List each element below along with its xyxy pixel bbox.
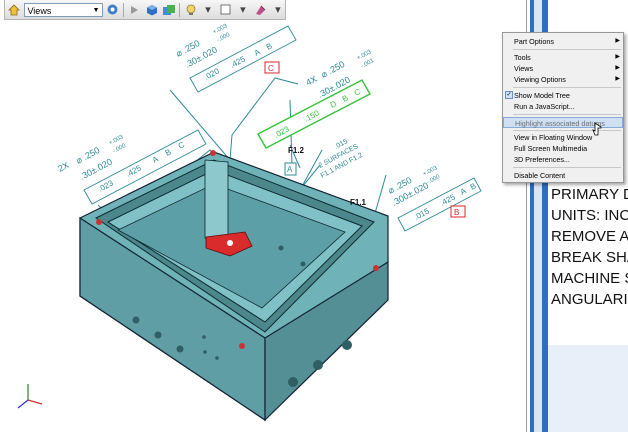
context-menu: Part Options ▶ Tools ▶ Views ▶ Viewing Opti… [502, 32, 624, 183]
menu-item-label: Disable Content [514, 171, 566, 180]
menu-item-views[interactable]: Views ▶ [503, 63, 623, 74]
top-fcf-datum-a: A [253, 47, 263, 58]
menu-item-show-model-tree[interactable]: ✓ Show Model Tree [503, 90, 623, 101]
menu-item-label: 3D Preferences... [514, 155, 570, 164]
doc-line: MACHINE S [551, 270, 628, 287]
datum-c-label: C [268, 64, 274, 73]
menu-item-floating-window[interactable]: View in Floating Window [503, 132, 623, 143]
axis-triad-icon [17, 384, 43, 409]
menu-item-3d-preferences[interactable]: 3D Preferences... [503, 154, 623, 165]
left-fcf-value2: .425 [125, 163, 143, 179]
menu-separator [513, 87, 621, 88]
menu-item-label: Show Model Tree [514, 91, 570, 100]
checkbox-checked-icon: ✓ [505, 91, 513, 99]
menu-item-tools[interactable]: Tools ▶ [503, 52, 623, 63]
datum-c-box: C [264, 61, 280, 74]
mid-qty: 4X [304, 74, 318, 88]
left-fcf-value: .023 [97, 178, 115, 194]
f12-label: F1.2 [288, 146, 305, 155]
f11-label: F1.1 [350, 198, 367, 207]
datum-b-box: B [450, 205, 466, 218]
menu-separator [513, 49, 621, 50]
document-notes: PRIMARY D UNITS: INCI REMOVE AL BREAK SH… [551, 184, 628, 310]
doc-line: BREAK SHA [551, 249, 628, 266]
submenu-arrow-icon: ▶ [615, 38, 620, 44]
menu-item-label: Tools [514, 53, 531, 62]
menu-item-full-screen[interactable]: Full Screen Multimedia [503, 143, 623, 154]
submenu-arrow-icon: ▶ [615, 65, 620, 71]
model-canvas[interactable]: ⌀ .250 +.003 -.000 .30±.020 2X ⌀ .250 +.… [0, 0, 526, 432]
left-fcf-datum-c: C [177, 140, 187, 151]
right-fcf-datum-a: A [459, 186, 469, 197]
menu-item-run-javascript[interactable]: Run a JavaScript... [503, 101, 623, 112]
datum-a-box: A [284, 162, 297, 176]
menu-item-label: Run a JavaScript... [514, 102, 575, 111]
doc-line: UNITS: INCI [551, 207, 628, 224]
menu-item-viewing-options[interactable]: Viewing Options ▶ [503, 74, 623, 85]
menu-separator [513, 130, 621, 131]
menu-item-label: Full Screen Multimedia [514, 144, 588, 153]
doc-line: REMOVE AL [551, 228, 628, 245]
menu-item-part-options[interactable]: Part Options ▶ [503, 36, 623, 47]
menu-item-disable-content[interactable]: Disable Content [503, 170, 623, 181]
doc-line: PRIMARY D [551, 186, 628, 203]
mouse-cursor-icon [592, 122, 602, 136]
right-fcf-frame [397, 177, 482, 232]
submenu-arrow-icon: ▶ [615, 76, 620, 82]
datum-a-label: A [287, 165, 293, 174]
top-fcf-datum-b: B [265, 41, 274, 51]
menu-item-label: Part Options [514, 37, 554, 46]
left-fcf-datum-a: A [151, 154, 161, 165]
3d-viewport[interactable]: Views ▼ ▾ ▾ ▾ ⌀ .250 +.003 -.000 .30±.02… [0, 0, 527, 432]
menu-item-label: Views [514, 64, 534, 73]
doc-line: ANGULARIT [551, 291, 628, 308]
menu-item-highlight-datums[interactable]: Highlight associated datums [503, 117, 623, 128]
document-footer-block [548, 345, 628, 432]
datum-b-label: B [454, 208, 459, 217]
top-fcf-value: .020 [203, 66, 221, 82]
menu-separator [513, 167, 621, 168]
left-qty: 2X [56, 160, 70, 174]
submenu-arrow-icon: ▶ [615, 54, 620, 60]
menu-separator [513, 114, 621, 115]
menu-item-label: Viewing Options [514, 75, 566, 84]
menu-item-label: View in Floating Window [514, 133, 593, 142]
left-fcf-datum-b: B [164, 147, 173, 157]
enclosure-body [79, 150, 389, 422]
